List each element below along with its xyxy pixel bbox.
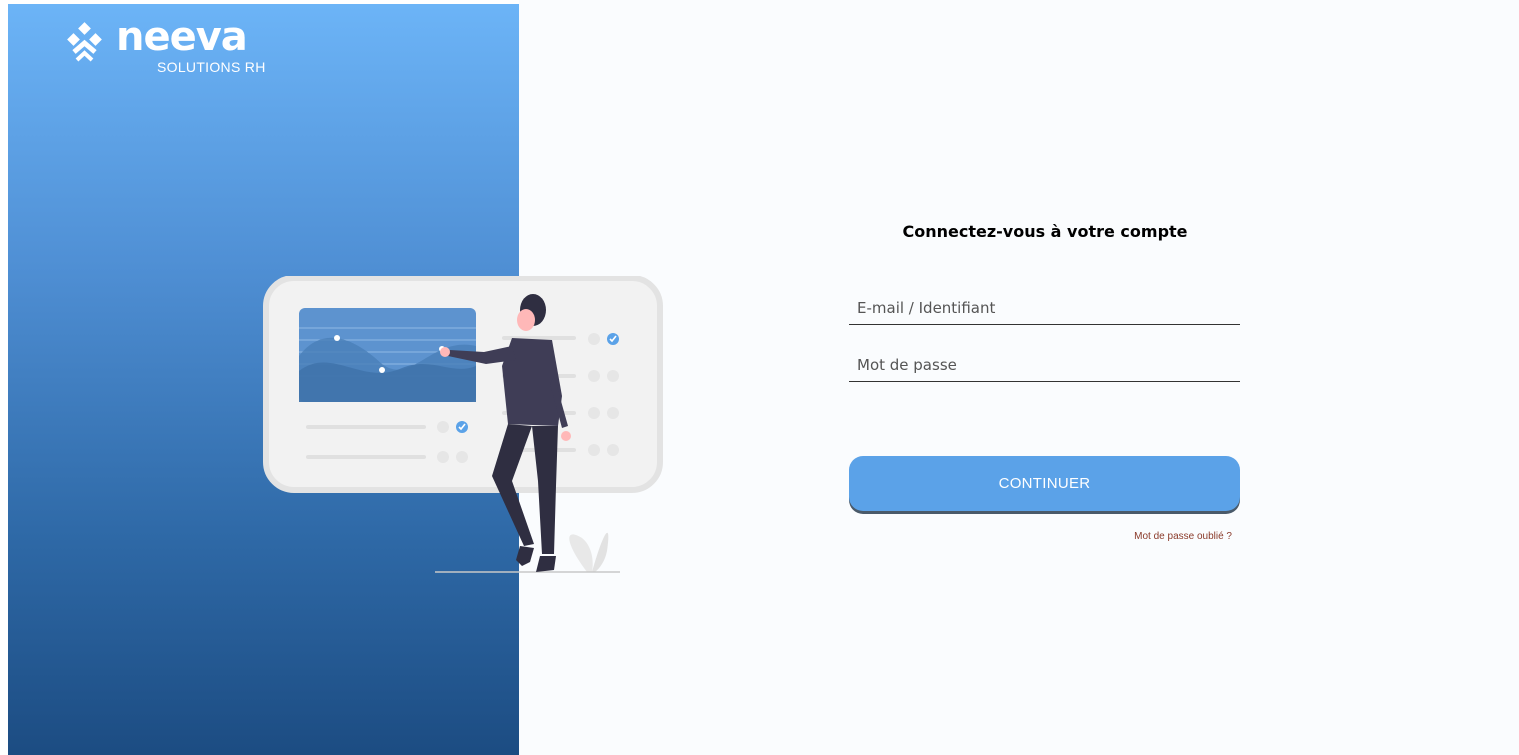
login-title: Connectez-vous à votre compte <box>902 222 1188 241</box>
brand-name: neeva <box>116 14 248 60</box>
continue-button[interactable]: CONTINUER <box>849 456 1240 511</box>
neeva-logo-icon <box>67 22 102 62</box>
password-field[interactable] <box>849 348 1240 382</box>
forgot-password-link[interactable]: Mot de passe oublié ? <box>1080 531 1232 542</box>
email-field[interactable] <box>849 291 1240 325</box>
neeva-logo: neeva SOLUTIONS RH <box>66 14 276 80</box>
person-presenting-dashboard-illustration <box>263 276 663 573</box>
brand-tagline: SOLUTIONS RH <box>157 59 266 75</box>
